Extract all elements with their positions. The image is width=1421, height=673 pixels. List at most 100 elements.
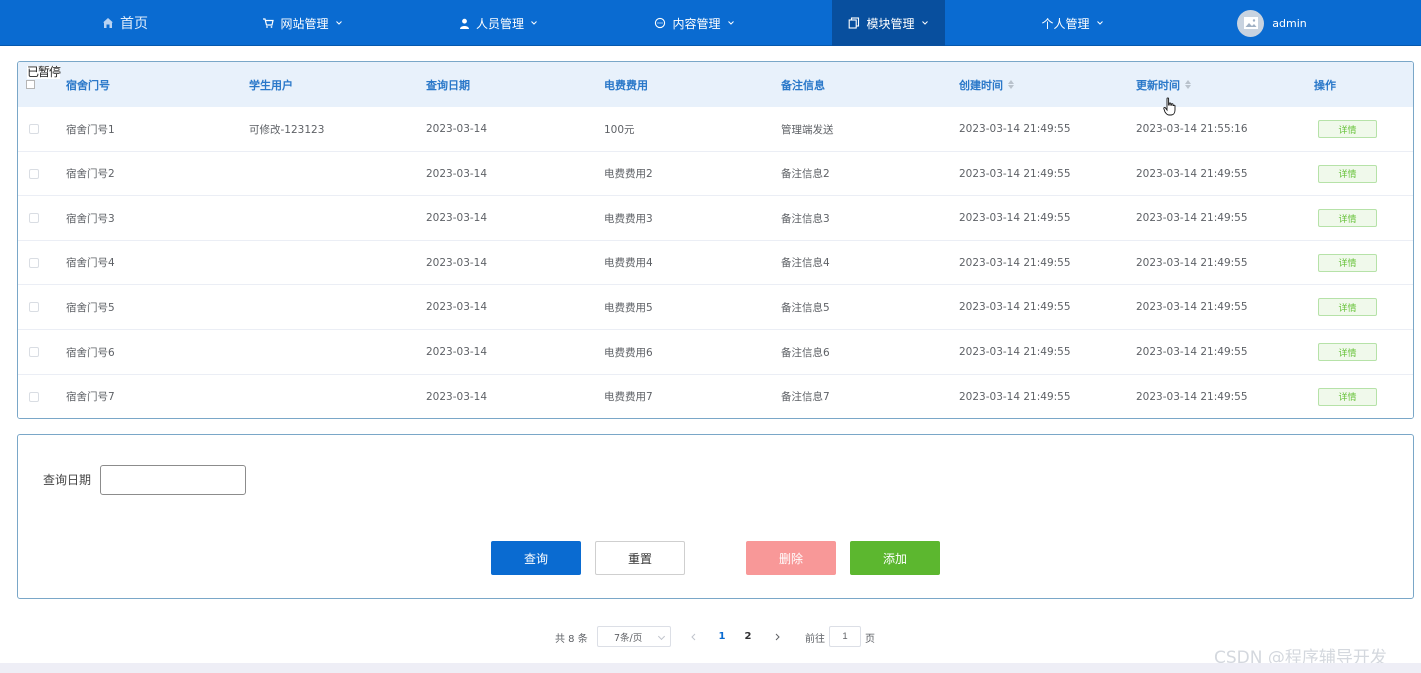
reset-button[interactable]: 重置 bbox=[595, 541, 685, 575]
goto-page-input[interactable] bbox=[829, 626, 861, 647]
col-header-note: 备注信息 bbox=[781, 78, 825, 92]
cell-note: 备注信息7 bbox=[781, 391, 830, 404]
chevron-down-icon bbox=[335, 19, 343, 27]
nav-content-label: 内容管理 bbox=[672, 16, 721, 31]
cell-updated: 2023-03-14 21:49:55 bbox=[1136, 212, 1248, 225]
sort-icon[interactable] bbox=[1185, 80, 1191, 89]
cell-created: 2023-03-14 21:49:55 bbox=[959, 123, 1071, 135]
query-button[interactable]: 查询 bbox=[491, 541, 581, 575]
cart-icon bbox=[262, 17, 275, 29]
row-checkbox[interactable] bbox=[29, 302, 39, 313]
col-header-date: 查询日期 bbox=[426, 78, 470, 92]
cell-date: 2023-03-14 bbox=[426, 123, 488, 135]
detail-button[interactable]: 详情 bbox=[1318, 209, 1377, 228]
chevron-right-icon bbox=[775, 633, 780, 640]
detail-button[interactable]: 详情 bbox=[1318, 120, 1377, 138]
cell-updated: 2023-03-14 21:49:55 bbox=[1136, 346, 1248, 358]
chevron-down-icon bbox=[657, 632, 666, 641]
row-checkbox[interactable] bbox=[29, 168, 39, 179]
row-checkbox[interactable] bbox=[29, 391, 39, 402]
delete-button[interactable]: 删除 bbox=[746, 541, 836, 575]
table-row: 宿舍门号6 2023-03-14 电费费用6 备注信息6 2023-03-14 21:4… bbox=[18, 330, 1413, 375]
cell-fee: 100元 bbox=[604, 123, 635, 136]
cell-updated: 2023-03-14 21:49:55 bbox=[1136, 301, 1248, 314]
cell-fee: 电费费用4 bbox=[604, 257, 653, 270]
col-header-fee: 电费费用 bbox=[604, 78, 648, 92]
nav-module-management[interactable]: 模块管理 bbox=[832, 0, 945, 46]
col-header-dorm: 宿舍门号 bbox=[66, 78, 110, 92]
cell-created: 2023-03-14 21:49:55 bbox=[959, 167, 1071, 180]
select-all-checkbox[interactable] bbox=[26, 80, 35, 89]
paused-overlay-text: 已暂停 bbox=[27, 65, 61, 79]
query-date-input[interactable] bbox=[100, 465, 246, 495]
copy-icon bbox=[848, 17, 860, 29]
cell-created: 2023-03-14 21:49:55 bbox=[959, 212, 1071, 225]
col-header-created[interactable]: 创建时间 bbox=[959, 62, 1014, 107]
nav-website-management[interactable]: 网站管理 bbox=[240, 0, 365, 46]
nav-personal-management[interactable]: 个人管理 bbox=[1016, 0, 1129, 46]
chevron-left-icon bbox=[690, 633, 695, 640]
nav-personnel-management[interactable]: 人员管理 bbox=[436, 0, 561, 46]
cell-dorm: 宿舍门号4 bbox=[66, 257, 115, 270]
cell-fee: 电费费用3 bbox=[604, 212, 653, 225]
cell-created: 2023-03-14 21:49:55 bbox=[959, 346, 1071, 358]
cell-dorm: 宿舍门号5 bbox=[66, 301, 115, 314]
nav-personnel-label: 人员管理 bbox=[475, 16, 524, 31]
search-panel: 查询日期 查询 重置 删除 添加 bbox=[17, 434, 1414, 599]
table-row: 宿舍门号1 可修改-123123 2023-03-14 100元 管理端发送 2023-0… bbox=[18, 107, 1413, 152]
cell-note: 备注信息2 bbox=[781, 168, 830, 181]
cell-note: 备注信息6 bbox=[781, 346, 830, 359]
nav-personal-label: 个人管理 bbox=[1041, 16, 1090, 31]
query-date-label: 查询日期 bbox=[43, 473, 92, 487]
cell-date: 2023-03-14 bbox=[426, 256, 488, 269]
hand-cursor-icon bbox=[1163, 97, 1176, 116]
detail-button[interactable]: 详情 bbox=[1318, 164, 1377, 183]
detail-button[interactable]: 详情 bbox=[1318, 253, 1377, 272]
detail-button[interactable]: 详情 bbox=[1318, 387, 1377, 406]
detail-button[interactable]: 详情 bbox=[1318, 343, 1377, 361]
table-row: 宿舍门号5 2023-03-14 电费费用5 备注信息5 2023-03-14 21:4… bbox=[18, 285, 1413, 330]
data-table: 已暂停 宿舍门号 学生用户 查询日期 电费费用 备注信息 创建时间 更新时间 操… bbox=[17, 61, 1414, 419]
row-checkbox[interactable] bbox=[29, 213, 39, 224]
cell-dorm: 宿舍门号1 bbox=[66, 123, 115, 136]
cell-fee: 电费费用6 bbox=[604, 346, 653, 359]
goto-label: 前往 bbox=[805, 633, 825, 645]
cell-note: 管理端发送 bbox=[781, 123, 834, 136]
detail-button[interactable]: 详情 bbox=[1318, 298, 1377, 317]
add-button[interactable]: 添加 bbox=[850, 541, 940, 575]
chevron-down-icon bbox=[921, 19, 929, 27]
page-size-select[interactable]: 7条/页 bbox=[597, 626, 671, 647]
nav-home[interactable]: 首页 bbox=[80, 0, 170, 46]
cell-date: 2023-03-14 bbox=[426, 301, 488, 314]
user-menu[interactable]: admin bbox=[1222, 0, 1322, 46]
cell-dorm: 宿舍门号6 bbox=[66, 346, 115, 359]
sort-icon[interactable] bbox=[1008, 80, 1014, 89]
chevron-down-icon bbox=[1096, 19, 1104, 27]
page-1-button[interactable]: 1 bbox=[714, 626, 730, 647]
row-checkbox[interactable] bbox=[29, 124, 39, 134]
cell-fee: 电费费用7 bbox=[604, 391, 653, 404]
chevron-down-icon bbox=[530, 19, 538, 27]
cell-created: 2023-03-14 21:49:55 bbox=[959, 390, 1071, 403]
next-page-button[interactable] bbox=[770, 626, 784, 647]
table-row: 宿舍门号2 2023-03-14 电费费用2 备注信息2 2023-03-14 21:4… bbox=[18, 151, 1413, 197]
cell-fee: 电费费用2 bbox=[604, 168, 653, 181]
pagination-total: 共 8 条 bbox=[555, 633, 588, 645]
chat-bubble-icon bbox=[654, 17, 666, 29]
cell-updated: 2023-03-14 21:49:55 bbox=[1136, 256, 1248, 269]
cell-created: 2023-03-14 21:49:55 bbox=[959, 256, 1071, 269]
cell-updated: 2023-03-14 21:55:16 bbox=[1136, 123, 1248, 135]
cell-note: 备注信息4 bbox=[781, 257, 830, 270]
cell-note: 备注信息5 bbox=[781, 301, 830, 314]
page-2-button[interactable]: 2 bbox=[740, 626, 756, 647]
cell-updated: 2023-03-14 21:49:55 bbox=[1136, 167, 1248, 180]
cell-created: 2023-03-14 21:49:55 bbox=[959, 301, 1071, 314]
table-header: 已暂停 宿舍门号 学生用户 查询日期 电费费用 备注信息 创建时间 更新时间 操… bbox=[18, 62, 1413, 107]
prev-page-button[interactable] bbox=[686, 626, 700, 647]
cell-date: 2023-03-14 bbox=[426, 167, 488, 180]
page-suffix: 页 bbox=[865, 633, 875, 645]
row-checkbox[interactable] bbox=[29, 347, 39, 357]
row-checkbox[interactable] bbox=[29, 257, 39, 268]
nav-content-management[interactable]: 内容管理 bbox=[632, 0, 757, 46]
nav-home-label: 首页 bbox=[120, 16, 148, 32]
